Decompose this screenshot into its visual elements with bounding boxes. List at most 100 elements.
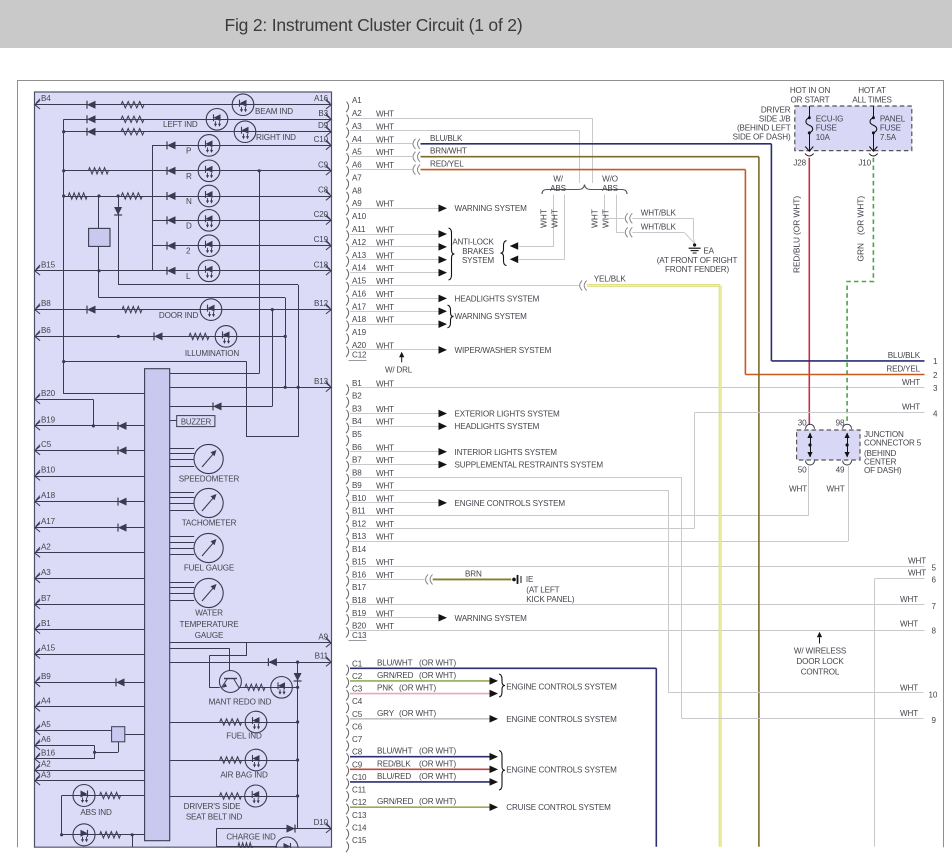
svg-text:B9: B9 [41,672,51,681]
svg-text:WHT: WHT [376,571,394,580]
svg-text:A17: A17 [41,517,56,526]
svg-text:BLU/BLK: BLU/BLK [888,351,921,360]
svg-text:WHT: WHT [908,568,926,577]
svg-text:SPEEDOMETER: SPEEDOMETER [179,475,240,484]
svg-text:J28: J28 [793,159,806,168]
svg-text:A17: A17 [352,302,367,311]
svg-text:C6: C6 [352,722,363,731]
svg-text:FUEL GAUGE: FUEL GAUGE [184,564,235,573]
svg-text:10: 10 [929,691,938,700]
svg-text:4: 4 [933,409,938,418]
svg-text:WHT: WHT [376,533,394,542]
svg-text:WHT: WHT [789,485,807,494]
svg-text:C1: C1 [352,659,363,668]
svg-text:A10: A10 [352,212,367,221]
svg-text:WHT: WHT [376,161,394,170]
svg-text:BRN/WHT: BRN/WHT [430,147,467,156]
svg-text:ECU-IG: ECU-IG [816,114,843,123]
svg-text:DRIVER'S SIDE: DRIVER'S SIDE [184,802,241,811]
svg-text:WHT: WHT [376,148,394,157]
svg-text:WHT: WHT [376,443,394,452]
svg-text:FUEL IND: FUEL IND [226,732,262,741]
svg-text:WHT: WHT [376,456,394,465]
svg-text:WHT: WHT [590,209,600,228]
svg-text:WHT: WHT [376,405,394,414]
svg-text:B20: B20 [352,622,367,631]
svg-text:WHT: WHT [376,418,394,427]
svg-text:B13: B13 [352,532,367,541]
svg-text:A15: A15 [352,277,367,286]
svg-text:WHT: WHT [908,556,926,565]
svg-text:WHT: WHT [827,485,845,494]
svg-text:TEMPERATURE: TEMPERATURE [180,620,240,629]
svg-text:B16: B16 [41,748,56,757]
svg-text:B20: B20 [41,389,56,398]
svg-text:WHT: WHT [376,110,394,119]
svg-text:P: P [186,146,191,155]
svg-text:WHT: WHT [900,683,918,692]
svg-text:B9: B9 [352,481,362,490]
svg-text:ENGINE CONTROLS SYSTEM: ENGINE CONTROLS SYSTEM [506,765,617,774]
svg-text:(OR WHT): (OR WHT) [419,772,456,781]
svg-text:WHT: WHT [376,264,394,273]
svg-text:WHT: WHT [376,316,394,325]
svg-text:WHT: WHT [376,507,394,516]
svg-text:CRUISE CONTROL SYSTEM: CRUISE CONTROL SYSTEM [506,803,611,812]
svg-text:CHARGE IND: CHARGE IND [226,833,276,842]
svg-text:R: R [186,172,192,181]
svg-text:WHT: WHT [376,469,394,478]
svg-text:(AT FRONT OF RIGHT: (AT FRONT OF RIGHT [657,256,738,265]
svg-text:A16: A16 [314,94,329,103]
svg-text:B8: B8 [352,468,362,477]
svg-text:OF DASH): OF DASH) [864,466,902,475]
svg-text:C15: C15 [352,836,367,845]
svg-text:RED/BLK: RED/BLK [377,759,411,768]
svg-text:A5: A5 [41,720,51,729]
svg-text:C13: C13 [352,631,367,640]
svg-text:C18: C18 [314,260,329,269]
svg-text:FUSE: FUSE [880,124,902,133]
svg-text:WIPER/WASHER SYSTEM: WIPER/WASHER SYSTEM [455,346,552,355]
svg-text:C9: C9 [352,760,363,769]
svg-text:A3: A3 [352,122,362,131]
svg-text:MANT REDO IND: MANT REDO IND [209,698,272,707]
svg-text:WATER: WATER [195,609,223,618]
svg-text:BLU/BLK: BLU/BLK [430,134,463,143]
svg-text:(OR WHT): (OR WHT) [856,196,866,235]
svg-text:A8: A8 [352,186,362,195]
svg-text:B12: B12 [314,299,329,308]
svg-text:WHT: WHT [376,200,394,209]
svg-text:WARNING SYSTEM: WARNING SYSTEM [455,614,528,623]
svg-text:B10: B10 [352,494,367,503]
svg-text:1: 1 [933,357,938,366]
svg-text:WHT: WHT [900,619,918,628]
svg-text:A14: A14 [352,264,367,273]
svg-text:WHT: WHT [376,520,394,529]
svg-text:A4: A4 [41,697,51,706]
svg-text:A9: A9 [352,199,362,208]
svg-text:2: 2 [186,247,191,256]
svg-text:SIDE OF DASH): SIDE OF DASH) [733,133,791,142]
svg-text:BRAKES: BRAKES [462,247,494,256]
svg-text:YEL/BLK: YEL/BLK [594,275,627,284]
svg-text:B1: B1 [41,619,51,628]
svg-text:A15: A15 [41,644,56,653]
svg-text:B12: B12 [352,519,367,528]
svg-text:RED/YEL: RED/YEL [430,160,464,169]
svg-text:OR START: OR START [791,96,830,105]
svg-text:(AT LEFT: (AT LEFT [526,585,559,594]
svg-text:W/: W/ [553,175,563,184]
svg-text:A18: A18 [41,491,56,500]
svg-text:SYSTEM: SYSTEM [462,256,494,265]
svg-text:A1: A1 [352,96,362,105]
svg-text:ABS: ABS [602,184,618,193]
svg-text:7: 7 [932,602,937,611]
svg-text:A6: A6 [41,735,51,744]
svg-text:N: N [186,197,192,206]
svg-text:B14: B14 [352,545,367,554]
svg-text:Fig 2: Instrument Cluster Circ: Fig 2: Instrument Cluster Circuit (1 of … [225,15,523,35]
svg-text:W/ WIRELESS: W/ WIRELESS [794,646,847,655]
svg-text:FRONT FENDER): FRONT FENDER) [665,265,729,274]
svg-text:C7: C7 [352,735,363,744]
svg-text:BLU/RED: BLU/RED [377,772,411,781]
